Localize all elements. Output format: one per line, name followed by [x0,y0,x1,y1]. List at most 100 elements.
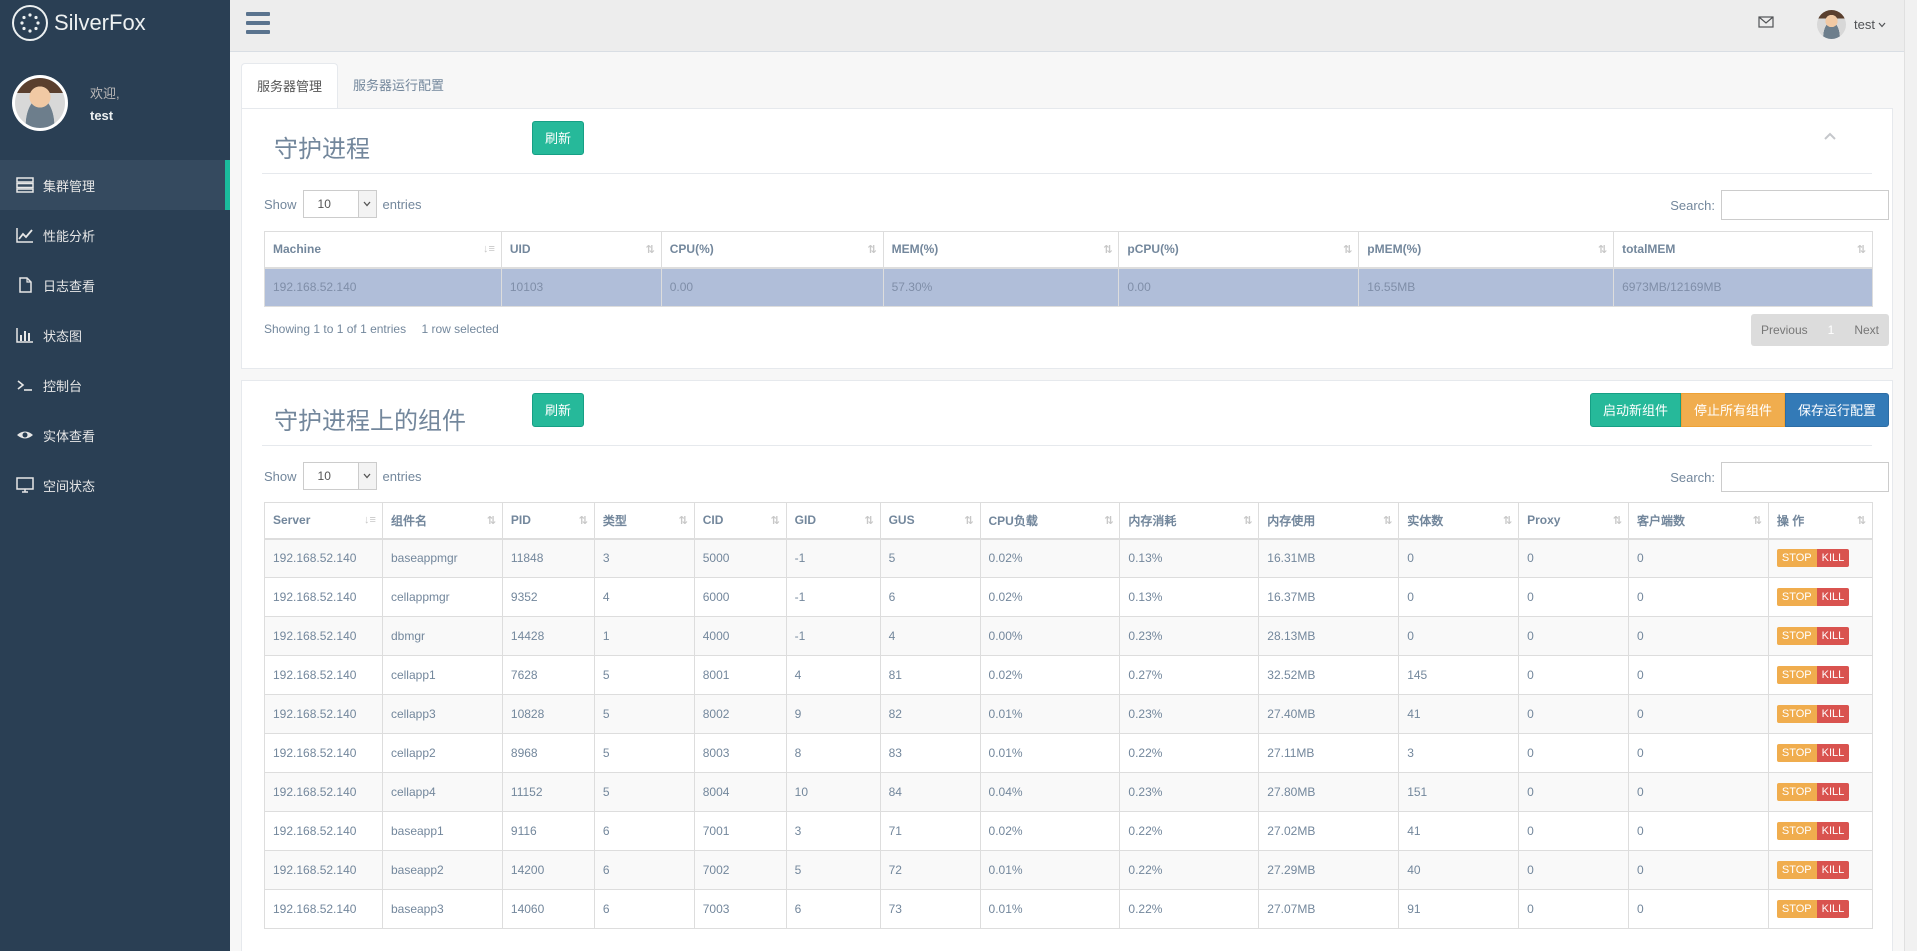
table-cell: cellapp2 [381,733,503,773]
table-row[interactable]: 192.168.52.140 baseapp3 14060 6 7003 6 73 0.01%… [264,889,1874,929]
sidebar-item-logs[interactable]: 日志查看 [0,260,230,310]
mail-icon[interactable] [1758,16,1774,28]
column-header[interactable]: CPU负载 ⇅ [979,502,1121,540]
stop-button[interactable]: STOP [1776,588,1817,606]
refresh-button[interactable]: 刷新 [532,393,585,427]
column-header[interactable]: CID ⇅ [693,502,787,540]
column-header[interactable]: Machine ↓≡ [264,231,502,269]
table-row[interactable]: 192.168.52.140 baseapp2 14200 6 7002 5 72 0.01%… [264,850,1874,890]
save-config-button[interactable]: 保存运行配置 [1784,393,1889,427]
table-row[interactable]: 192.168.52.140 cellappmgr 9352 4 6000 -1 6 0.02… [264,577,1874,617]
column-header[interactable]: CPU(%) ⇅ [660,231,884,269]
table-row[interactable]: 192.168.52.140 cellapp3 10828 5 8002 9 82 0.01%… [264,694,1874,734]
sidebar-item-status[interactable]: 状态图 [0,310,230,360]
table-row[interactable]: 192.168.52.140 baseappmgr 11848 3 5000 -1 5 0.0… [264,538,1874,578]
column-header-label: GID [794,513,817,528]
table-row[interactable]: 192.168.52.140 dbmgr 14428 1 4000 -1 4 0.00% 0.2… [264,616,1874,656]
column-header[interactable]: MEM(%) ⇅ [882,231,1120,269]
column-header[interactable]: Proxy ⇅ [1518,502,1629,540]
sidebar-item-performance[interactable]: 性能分析 [0,210,230,260]
table-cell: 0 [1518,733,1629,773]
entries-select[interactable]: 10 [302,462,377,490]
column-header[interactable]: totalMEM ⇅ [1613,231,1873,269]
kill-button[interactable]: KILL [1816,705,1850,723]
table-cell: 0.01% [979,889,1121,929]
kill-button[interactable]: KILL [1816,666,1850,684]
column-header[interactable]: 实体数 ⇅ [1398,502,1520,540]
kill-button[interactable]: KILL [1816,588,1850,606]
brand[interactable]: SilverFox [0,0,230,45]
stop-button[interactable]: STOP [1776,627,1817,645]
table-cell: 0 [1518,694,1629,734]
search-input[interactable] [1721,462,1889,492]
refresh-button[interactable]: 刷新 [532,121,585,155]
kill-button[interactable]: KILL [1816,549,1850,568]
column-header[interactable]: GUS ⇅ [879,502,981,540]
table-row[interactable]: 192.168.52.140 cellapp4 11152 5 8004 10 84 0.04… [264,772,1874,812]
stop-button[interactable]: STOP [1776,861,1817,879]
tab-server-config[interactable]: 服务器运行配置 [338,63,459,109]
column-header[interactable]: 操 作 ⇅ [1767,502,1874,540]
stop-button[interactable]: STOP [1776,900,1817,918]
search-input[interactable] [1721,190,1889,220]
start-component-button[interactable]: 启动新组件 [1589,393,1681,427]
table-cell: 16.31MB [1258,538,1400,578]
table-cell: 5 [593,655,695,695]
kill-button[interactable]: KILL [1816,744,1850,762]
table-cell: 0.02% [979,811,1121,851]
panel-title: 守护进程 [274,136,370,163]
column-header[interactable]: pMEM(%) ⇅ [1358,231,1615,269]
table-cell: 0 [1398,538,1520,578]
action-cell: STOP KILL [1767,811,1874,851]
next-button[interactable]: Next [1844,314,1889,346]
table-row[interactable]: 192.168.52.140 10103 0.00 57.30% 0.00 16.55MB… [264,267,1873,307]
sort-icon: ⇅ [770,515,780,527]
chevron-up-icon[interactable] [1823,131,1837,141]
kill-button[interactable]: KILL [1816,900,1850,918]
column-header[interactable]: 客户端数 ⇅ [1628,502,1769,540]
kill-button[interactable]: KILL [1816,783,1850,801]
page-1-button[interactable]: 1 [1818,314,1845,346]
column-header[interactable]: Server ↓≡ [264,502,383,540]
column-header[interactable]: 组件名 ⇅ [381,502,503,540]
chevron-down-icon [357,463,376,489]
stop-button[interactable]: STOP [1776,822,1817,840]
panel-title: 守护进程上的组件 [274,408,466,435]
table-cell: 192.168.52.140 [264,694,383,734]
column-header[interactable]: 内存使用 ⇅ [1258,502,1400,540]
column-header-label: 客户端数 [1637,513,1686,528]
sidebar-item-cluster[interactable]: 集群管理 [0,160,230,210]
stop-button[interactable]: STOP [1776,744,1817,762]
sidebar-item-space[interactable]: 空间状态 [0,460,230,510]
table-row[interactable]: 192.168.52.140 cellapp1 7628 5 8001 4 81 0.02% 0… [264,655,1874,695]
table-row[interactable]: 192.168.52.140 cellapp2 8968 5 8003 8 83 0.01% 0… [264,733,1874,773]
page-scrollbar[interactable] [1904,0,1917,951]
sort-icon: ⇅ [645,244,655,256]
entries-select[interactable]: 10 [302,190,377,218]
sidebar-item-label: 控制台 [43,378,83,394]
kill-button[interactable]: KILL [1816,861,1850,879]
sidebar-item-console[interactable]: 控制台 [0,360,230,410]
column-header[interactable]: GID ⇅ [785,502,881,540]
kill-button[interactable]: KILL [1816,822,1850,840]
stop-button[interactable]: STOP [1776,666,1817,684]
user-dropdown[interactable]: test [1817,10,1886,39]
column-header[interactable]: 内存消耗 ⇅ [1119,502,1260,540]
stop-all-button[interactable]: 停止所有组件 [1680,393,1785,427]
previous-button[interactable]: Previous [1751,314,1818,346]
stop-button[interactable]: STOP [1776,549,1817,568]
kill-button[interactable]: KILL [1816,627,1850,645]
table-row[interactable]: 192.168.52.140 baseapp1 9116 6 7001 3 71 0.02% 0… [264,811,1874,851]
table-cell: 14200 [501,850,595,890]
stop-button[interactable]: STOP [1776,783,1817,801]
column-header[interactable]: UID ⇅ [500,231,662,269]
column-header[interactable]: pCPU(%) ⇅ [1118,231,1360,269]
sidebar-item-entities[interactable]: 实体查看 [0,410,230,460]
table-cell: 4 [785,655,881,695]
menu-toggle-icon[interactable] [246,12,270,34]
tab-server-management[interactable]: 服务器管理 [241,63,339,109]
table-cell: 192.168.52.140 [264,577,383,617]
column-header[interactable]: PID ⇅ [501,502,595,540]
stop-button[interactable]: STOP [1776,705,1817,723]
column-header[interactable]: 类型 ⇅ [593,502,695,540]
